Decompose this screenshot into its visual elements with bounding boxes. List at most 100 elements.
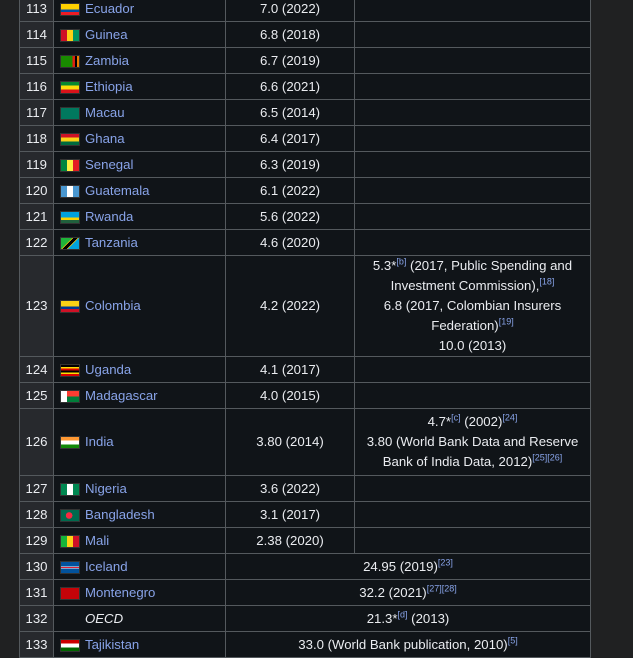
value-text: 7.0 (2022) [259,0,321,16]
note-text: Investment Commission), [390,278,540,293]
rank-cell: 123 [19,255,54,357]
note-line: 3.80 (World Bank Data and Reserve [355,432,590,452]
rank-cell: 120 [19,177,54,204]
table-row: 115 Zambia 6.7 (2019) [19,47,591,74]
country-link[interactable]: Bangladesh [85,507,155,522]
empty-cell [354,177,591,204]
value-cell: 32.2 (2021)[27][28] [225,579,591,606]
rank-number: 129 [25,532,48,548]
note-text: 3.80 (World Bank Data and Reserve [366,434,579,449]
rank-cell: 113 [19,0,54,22]
flag-icon [60,638,80,652]
rank-number: 124 [25,361,48,377]
value-text: 6.7 (2019) [259,52,321,68]
rank-cell: 132 [19,605,54,632]
note-line: 4.7*[c] (2002)[24] [355,412,590,432]
citation-link[interactable]: [27][28] [427,583,457,593]
citation-link[interactable]: [24] [502,413,517,423]
value-text: 4.0 (2015) [259,387,321,403]
country-cell: Guinea [53,21,226,48]
country-link[interactable]: Colombia [85,298,141,313]
table-row: 131 Montenegro 32.2 (2021)[27][28] [19,579,591,606]
table-row: 127 Nigeria 3.6 (2022) [19,475,591,502]
value-text: (2013) [407,610,450,626]
value-text: 2.38 (2020) [256,532,324,548]
value-cell: 6.8 (2018) [225,21,355,48]
country-link[interactable]: Zambia [85,53,129,68]
value-cell: 4.1 (2017) [225,356,355,383]
value-cell: 6.7 (2019) [225,47,355,74]
country-link[interactable]: Montenegro [85,585,155,600]
country-link[interactable]: Nigeria [85,481,127,496]
country-link[interactable]: Macau [85,105,125,120]
flag-icon [60,534,80,548]
data-table: 113 Ecuador 7.0 (2022) 114 Guinea 6.8 (2018) 1… [19,0,591,658]
empty-cell [354,527,591,554]
citation-link[interactable]: [19] [499,317,514,327]
table-row: 113 Ecuador 7.0 (2022) [19,0,591,22]
country-link[interactable]: Ethiopia [85,79,133,94]
rank-number: 113 [25,0,48,16]
rank-cell: 119 [19,151,54,178]
country-cell: Tanzania [53,229,226,256]
note-line: Bank of India Data, 2012)[25][26] [355,452,590,472]
value-text: 6.8 (2018) [259,26,321,42]
value-text: 6.3 (2019) [259,156,321,172]
value-cell: 3.80 (2014) [225,408,355,476]
country-cell: Bangladesh [53,501,226,528]
value-text: 24.95 (2019) [363,558,438,574]
country-link[interactable]: Ghana [85,131,125,146]
citation-link[interactable]: [18] [539,277,554,287]
rank-number: 127 [25,480,48,496]
citation-link[interactable]: [25][26] [532,453,562,463]
empty-cell [354,99,591,126]
country-link[interactable]: Uganda [85,362,131,377]
country-cell: Ethiopia [53,73,226,100]
citation-link[interactable]: [23] [438,557,453,567]
country-link[interactable]: Mali [85,533,109,548]
table-row: 117 Macau 6.5 (2014) [19,99,591,126]
value-text: 4.6 (2020) [259,234,321,250]
note-text: (2002) [460,414,503,429]
citation-link[interactable]: [d] [398,609,408,619]
empty-cell [354,382,591,409]
flag-icon [60,54,80,68]
country-name: OECD [85,610,124,626]
note-text: 10.0 (2013) [438,338,507,353]
table-row: 122 Tanzania 4.6 (2020) [19,229,591,256]
country-link[interactable]: Ecuador [85,1,134,16]
note-line: 5.3*[b] (2017, Public Spending and [355,256,590,276]
value-text: 6.4 (2017) [259,130,321,146]
country-link[interactable]: Guinea [85,27,128,42]
country-link[interactable]: Rwanda [85,209,133,224]
value-cell: 2.38 (2020) [225,527,355,554]
note-line: Investment Commission),[18] [355,276,590,296]
rank-number: 119 [25,156,48,172]
flag-icon [60,363,80,377]
empty-cell [354,501,591,528]
country-link[interactable]: Iceland [85,559,128,574]
citation-link[interactable]: [c] [451,413,461,423]
country-cell: Ecuador [53,0,226,22]
citation-link[interactable]: [b] [396,257,406,267]
rank-number: 123 [25,298,48,313]
country-link[interactable]: Madagascar [85,388,158,403]
country-link[interactable]: Tanzania [85,235,138,250]
flag-icon [60,586,80,600]
table-row: 118 Ghana 6.4 (2017) [19,125,591,152]
country-link[interactable]: India [85,434,114,449]
value-text: 3.6 (2022) [259,480,321,496]
empty-cell [354,203,591,230]
country-link[interactable]: Guatemala [85,183,150,198]
country-link[interactable]: Senegal [85,157,133,172]
value-cell: 3.1 (2017) [225,501,355,528]
value-cell: 6.4 (2017) [225,125,355,152]
table-row: 133 Tajikistan 33.0 (World Bank publicatio… [19,631,591,658]
flag-icon [60,300,80,314]
table-row: 132 OECD 21.3*[d] (2013) [19,605,591,632]
rank-number: 120 [25,182,48,198]
value-cell: 4.0 (2015) [225,382,355,409]
citation-link[interactable]: [5] [508,635,518,645]
country-cell: Senegal [53,151,226,178]
empty-cell [354,151,591,178]
